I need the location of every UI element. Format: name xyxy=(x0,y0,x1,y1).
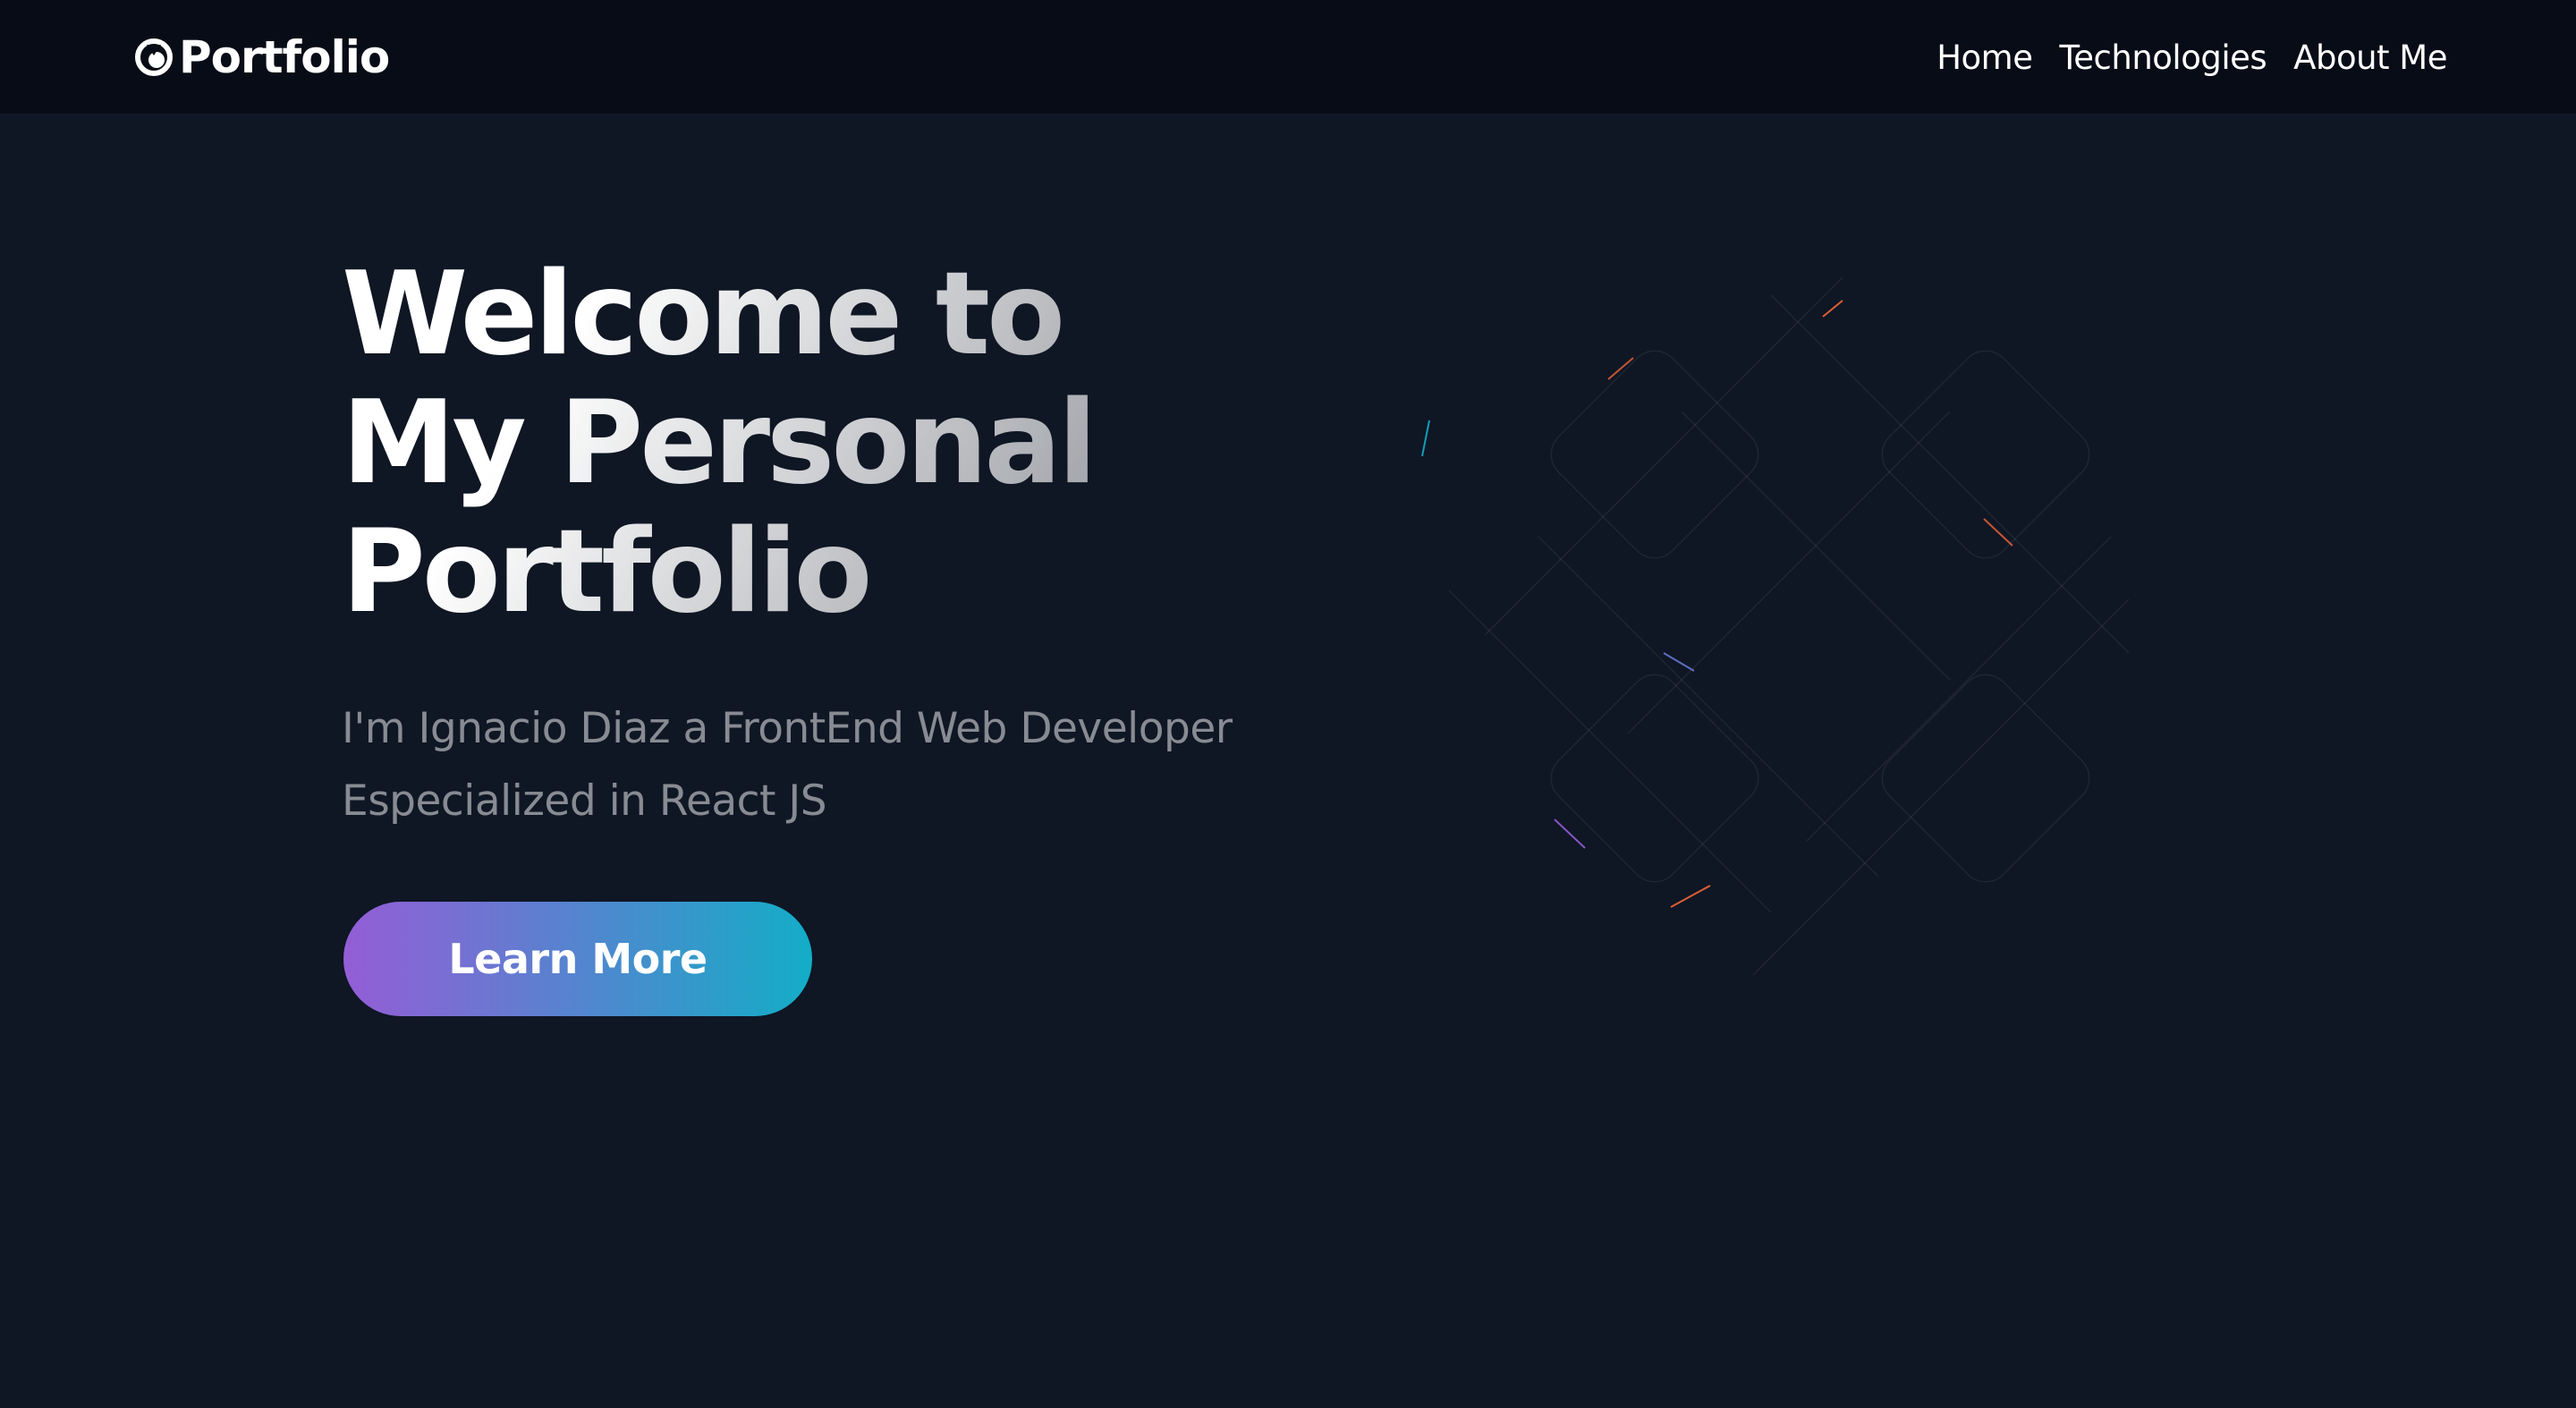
nav-link-home[interactable]: Home xyxy=(1936,38,2033,77)
hero-title: Welcome to My Personal Portfolio xyxy=(342,250,1236,637)
hero-title-line-2: My Personal xyxy=(342,377,1094,510)
hero-subtitle-line-1: I'm Ignacio Diaz a FrontEnd Web Develope… xyxy=(342,704,1233,753)
nav-link-about-me[interactable]: About Me xyxy=(2293,38,2447,77)
nav-link-technologies[interactable]: Technologies xyxy=(2059,38,2267,77)
hero-subtitle-line-2: Especialized in React JS xyxy=(342,776,827,826)
hero-subtitle: I'm Ignacio Diaz a FrontEnd Web Develope… xyxy=(342,692,1326,837)
navbar: Portfolio Home Technologies About Me xyxy=(0,0,2576,115)
hero-title-line-1: Welcome to xyxy=(342,248,1062,381)
camera-aperture-icon xyxy=(135,38,173,76)
hero-title-line-3: Portfolio xyxy=(342,505,869,639)
background-grid-animation xyxy=(1421,276,2130,976)
brand-link[interactable]: Portfolio xyxy=(134,30,390,84)
nav-links: Home Technologies About Me xyxy=(1936,32,2447,82)
learn-more-button[interactable]: Learn More xyxy=(343,902,812,1016)
brand-label: Portfolio xyxy=(179,31,390,83)
